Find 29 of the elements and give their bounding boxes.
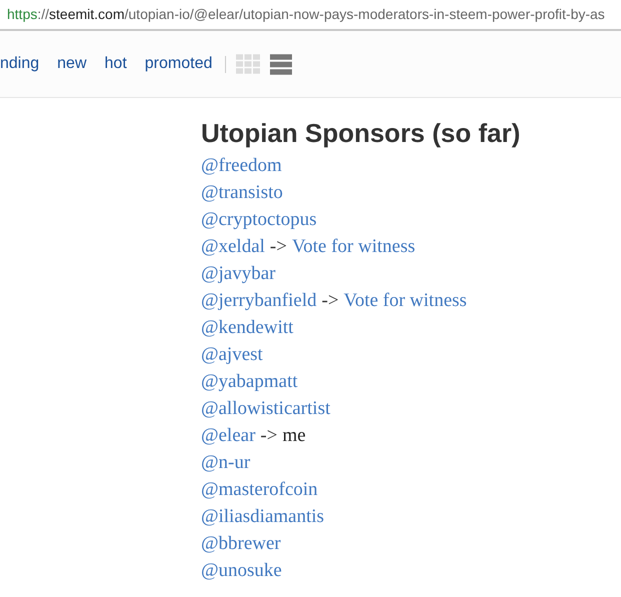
user-link[interactable]: @allowisticartist: [201, 395, 330, 422]
note-text: me: [282, 424, 306, 448]
arrow-text: ->: [270, 235, 287, 259]
user-link[interactable]: @unosuke: [201, 557, 282, 584]
user-link[interactable]: @javybar: [201, 260, 276, 287]
nav-link[interactable]: promoted: [144, 52, 212, 76]
arrow-text: ->: [260, 424, 278, 448]
nav-link[interactable]: new: [57, 52, 87, 76]
user-link[interactable]: @elear: [201, 422, 256, 449]
address-bar-url[interactable]: https://steemit.com/utopian-io/@elear/utopian-now-pays-moderators-in-steem-power-profit-by-as: [7, 4, 605, 25]
user-link[interactable]: @masterofcoin: [201, 476, 318, 503]
nav-link[interactable]: hot: [104, 52, 127, 76]
nav-link[interactable]: nding: [0, 52, 40, 76]
user-link[interactable]: @yabapmatt: [201, 368, 298, 395]
user-link[interactable]: @n-ur: [201, 449, 250, 476]
user-link[interactable]: @iliasdiamantis: [201, 503, 324, 530]
user-link[interactable]: @freedom: [201, 152, 282, 179]
arrow-text: ->: [322, 289, 339, 313]
witness-link[interactable]: Vote for witness: [292, 233, 416, 260]
user-link[interactable]: @jerrybanfield: [201, 287, 317, 314]
user-link[interactable]: @transisto: [201, 179, 283, 206]
user-link[interactable]: @ajvest: [201, 341, 263, 368]
list-view-icon[interactable]: [270, 54, 292, 74]
witness-link[interactable]: Vote for witness: [344, 287, 467, 314]
user-link[interactable]: @xeldal: [201, 233, 265, 260]
user-link[interactable]: @cryptoctopus: [201, 206, 317, 233]
user-link[interactable]: @kendewitt: [201, 314, 294, 341]
user-link[interactable]: @bbrewer: [201, 530, 281, 557]
article-heading: Utopian Sponsors (so far): [201, 117, 522, 150]
